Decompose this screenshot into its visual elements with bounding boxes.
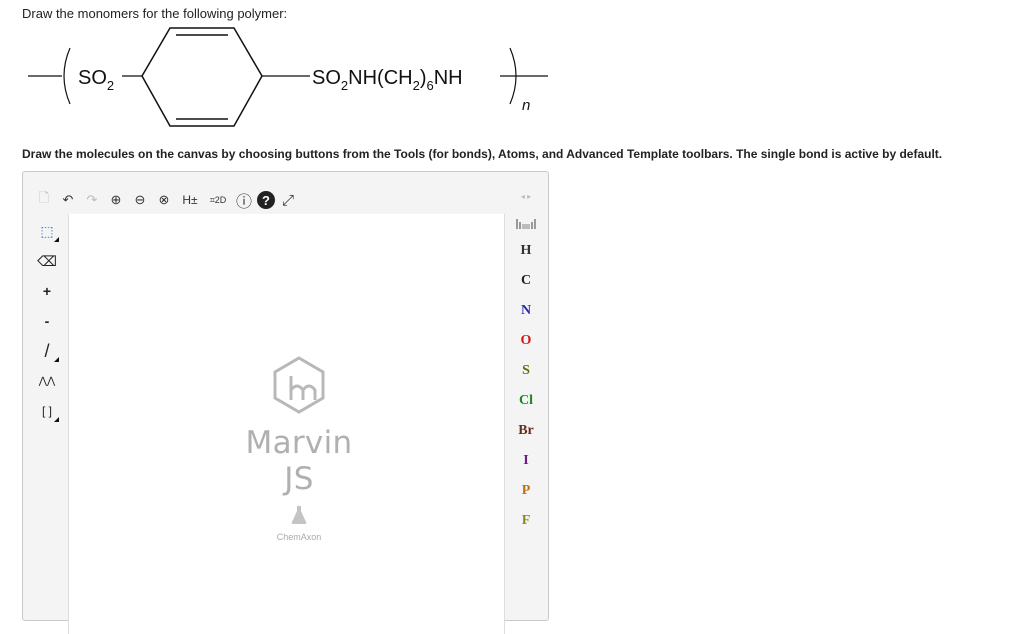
marvin-logo: Marvin JS ChemAxon xyxy=(229,354,369,542)
toolbar-arrows-icon[interactable]: ◂ ▸ xyxy=(506,192,546,210)
atom-button-br[interactable]: Br xyxy=(506,416,546,446)
marvin-editor: 🗋 ↶ ↷ ⊕ ⊖ ⊗ H± ⌗2D ⓘ ? ⤢ ⬚ ⌫ + - / ⋀⋀ [ … xyxy=(22,171,549,634)
selection-tool-icon[interactable]: ⬚ xyxy=(33,216,61,246)
atom-button-cl[interactable]: Cl xyxy=(506,386,546,416)
drawing-canvas[interactable]: Marvin JS ChemAxon xyxy=(68,214,505,634)
eraser-tool-icon[interactable]: ⌫ xyxy=(33,246,61,276)
zoom-in-icon[interactable]: ⊕ xyxy=(105,189,127,211)
decrease-charge-icon[interactable]: - xyxy=(33,306,61,336)
redo-icon[interactable]: ↷ xyxy=(81,189,103,211)
atom-button-h[interactable]: H xyxy=(506,236,546,266)
repeat-index: n xyxy=(522,97,530,114)
sgroup-bracket-icon[interactable]: [ ] xyxy=(33,396,61,426)
atom-button-i[interactable]: I xyxy=(506,446,546,476)
chain-tool-icon[interactable]: ⋀⋀ xyxy=(33,366,61,396)
atom-button-c[interactable]: C xyxy=(506,266,546,296)
atom-button-n[interactable]: N xyxy=(506,296,546,326)
increase-charge-icon[interactable]: + xyxy=(33,276,61,306)
zoom-out-icon[interactable]: ⊖ xyxy=(129,189,151,211)
help-icon[interactable]: ? xyxy=(257,191,275,209)
left-toolbar: ⬚ ⌫ + - / ⋀⋀ [ ] xyxy=(33,216,65,426)
info-icon[interactable]: ⓘ xyxy=(233,189,255,211)
polymer-structure: SO2 SO2NH(CH2)6NH n xyxy=(28,27,548,127)
editor-instructions: Draw the molecules on the canvas by choo… xyxy=(22,147,943,161)
atom-button-p[interactable]: P xyxy=(506,476,546,506)
atom-button-o[interactable]: O xyxy=(506,326,546,356)
right-chain: SO2NH(CH2)6NH xyxy=(312,67,463,93)
atom-button-f[interactable]: F xyxy=(506,506,546,536)
new-document-icon[interactable]: 🗋 xyxy=(33,189,55,211)
marvin-js-label: Marvin JS xyxy=(245,425,353,497)
left-so-group: SO2 xyxy=(78,67,114,93)
chemaxon-label: ChemAxon xyxy=(276,532,322,542)
atom-button-s[interactable]: S xyxy=(506,356,546,386)
fullscreen-icon[interactable]: ⤢ xyxy=(277,189,299,211)
atoms-toolbar: ◂ ▸ H C N O S Cl Br I P F xyxy=(506,192,546,536)
undo-icon[interactable]: ↶ xyxy=(57,189,79,211)
chemaxon-flask-icon xyxy=(291,506,307,524)
clean-2d-icon[interactable]: ⌗2D xyxy=(205,189,231,211)
zoom-reset-icon[interactable]: ⊗ xyxy=(153,189,175,211)
atom-list: H C N O S Cl Br I P F xyxy=(506,236,546,536)
periodic-table-icon[interactable] xyxy=(506,210,546,236)
marvin-logo-icon xyxy=(273,356,325,414)
question-prompt: Draw the monomers for the following poly… xyxy=(22,6,288,21)
single-bond-tool-icon[interactable]: / xyxy=(33,336,61,366)
hydrogen-toggle-icon[interactable]: H± xyxy=(177,189,203,211)
top-toolbar: 🗋 ↶ ↷ ⊕ ⊖ ⊗ H± ⌗2D ⓘ ? ⤢ xyxy=(33,187,301,213)
